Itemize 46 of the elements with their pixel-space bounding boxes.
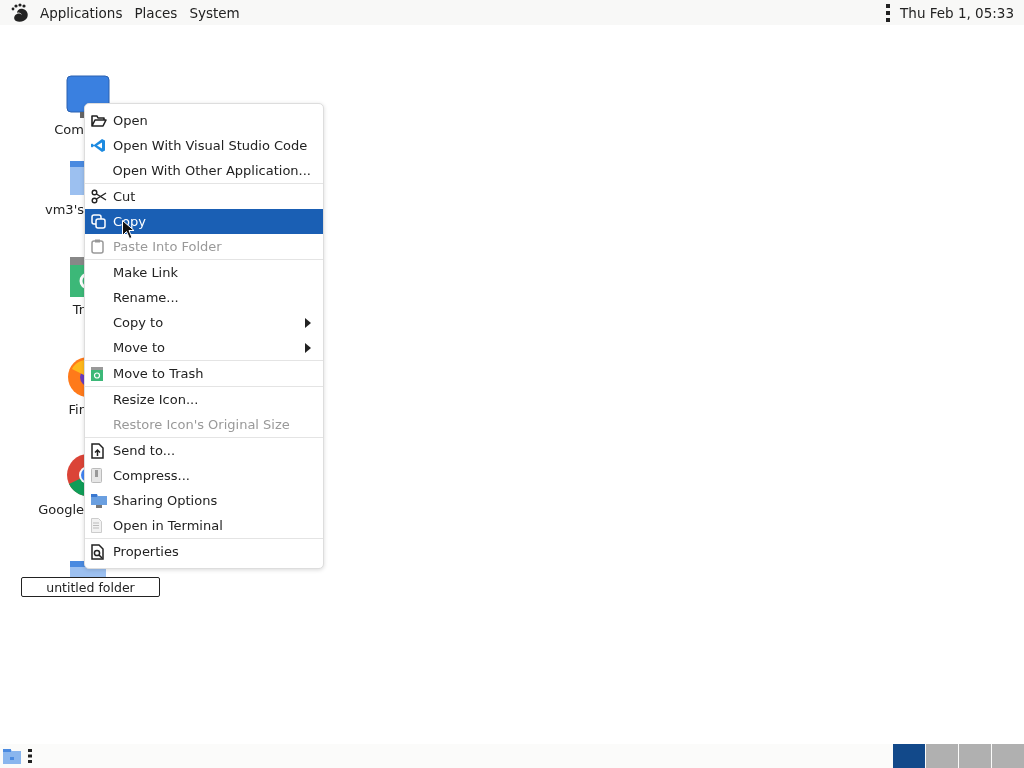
icon-label: Fir bbox=[68, 402, 84, 417]
menu-item[interactable]: Make Link bbox=[85, 260, 323, 285]
workspace-switcher[interactable] bbox=[926, 744, 958, 768]
scissors-icon bbox=[91, 189, 107, 204]
submenu-arrow-icon bbox=[305, 317, 311, 328]
panel-menu[interactable]: Applications bbox=[36, 4, 127, 21]
menu-item[interactable]: Move to bbox=[85, 335, 323, 360]
menu-item[interactable]: Open With Visual Studio Code bbox=[85, 133, 323, 158]
menu-item[interactable]: Move to Trash bbox=[85, 361, 323, 386]
text-file-icon bbox=[91, 518, 102, 533]
more-options-icon[interactable] bbox=[28, 749, 32, 763]
menu-item[interactable]: Rename... bbox=[85, 285, 323, 310]
menu-item[interactable]: Send to... bbox=[85, 438, 323, 463]
menu-item[interactable]: Properties bbox=[85, 539, 323, 564]
foot-logo-icon[interactable] bbox=[10, 2, 30, 23]
folder-icon bbox=[91, 113, 107, 128]
shared-folder-icon bbox=[91, 493, 107, 508]
menu-item[interactable]: Resize Icon... bbox=[85, 387, 323, 412]
copy-icon bbox=[91, 214, 106, 229]
more-options-icon[interactable] bbox=[886, 3, 891, 22]
folder-icon[interactable] bbox=[2, 747, 22, 765]
clipboard-icon bbox=[91, 239, 104, 254]
workspace-switcher[interactable] bbox=[893, 744, 925, 768]
panel-menu[interactable]: System bbox=[185, 4, 244, 21]
clock[interactable]: Thu Feb 1, 05:33 bbox=[900, 4, 1014, 21]
workspace-switcher[interactable] bbox=[992, 744, 1024, 768]
trash-icon bbox=[91, 366, 103, 381]
icon-label: Google bbox=[38, 502, 84, 517]
upload-file-icon bbox=[91, 442, 104, 459]
icon-label: Tr bbox=[72, 302, 84, 317]
rename-field[interactable]: untitled folder bbox=[21, 577, 160, 597]
code-editor-icon bbox=[91, 138, 106, 153]
submenu-arrow-icon bbox=[305, 342, 311, 353]
menu-item[interactable]: Open in Terminal bbox=[85, 513, 323, 538]
icon-label: vm3's bbox=[45, 202, 84, 217]
document-search-icon bbox=[91, 543, 104, 560]
menu-item[interactable]: Open bbox=[85, 108, 323, 133]
workspace-switcher[interactable] bbox=[959, 744, 991, 768]
archive-icon bbox=[91, 468, 102, 483]
menu-item[interactable]: Open With Other Application... bbox=[85, 158, 323, 183]
icon-label: Com bbox=[54, 122, 84, 137]
menu-item[interactable]: Compress... bbox=[85, 463, 323, 488]
menu-item[interactable]: Cut bbox=[85, 184, 323, 209]
menu-item[interactable]: Copy to bbox=[85, 310, 323, 335]
menu-item[interactable]: Sharing Options bbox=[85, 488, 323, 513]
panel-menu[interactable]: Places bbox=[130, 4, 182, 21]
